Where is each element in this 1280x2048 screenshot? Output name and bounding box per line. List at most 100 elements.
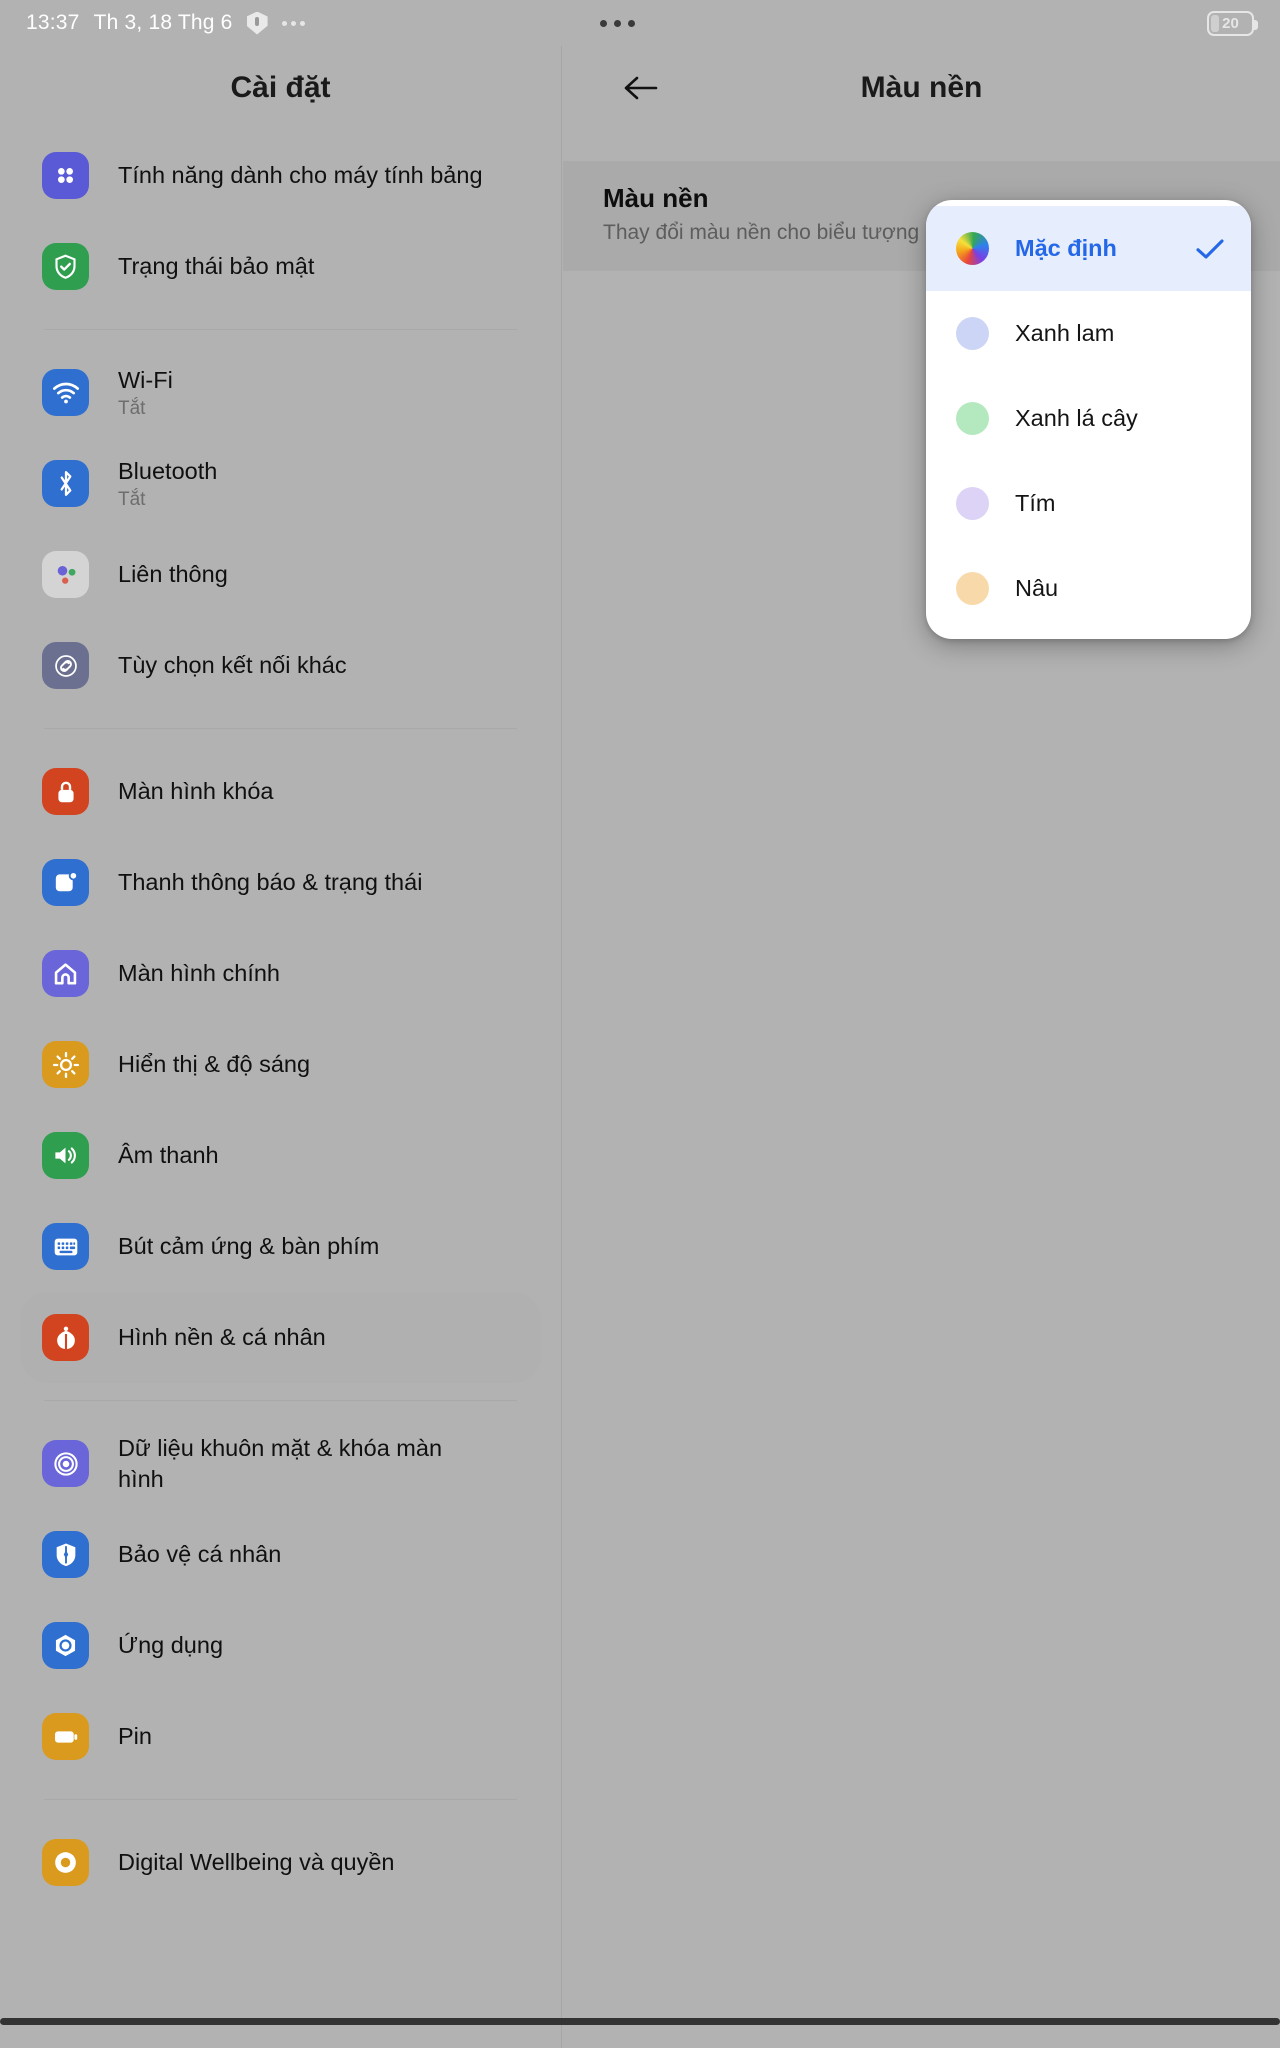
color-swatch-icon <box>956 402 989 435</box>
sidebar-item-0-4[interactable]: Digital Wellbeing và quyền <box>20 1817 541 1908</box>
sidebar-item-text: Bảo vệ cá nhân <box>118 1539 281 1569</box>
detail-title: Màu nền <box>860 71 983 104</box>
background-color-dropdown[interactable]: Mặc định Xanh lam Xanh lá cây Tím Nâu <box>926 200 1251 639</box>
sidebar-item-3-1[interactable]: Tùy chọn kết nối khác <box>20 620 541 711</box>
status-time: 13:37 <box>26 11 80 34</box>
sidebar-item-5-2[interactable]: Bút cảm ứng & bàn phím <box>20 1201 541 1292</box>
sidebar-item-3-2[interactable]: Hiển thị & độ sáng <box>20 1019 541 1110</box>
status-date: Th 3, 18 Thg 6 <box>93 11 233 34</box>
notification-bar-icon <box>42 859 89 906</box>
sidebar-item-text: Wi-Fi Tắt <box>118 365 173 419</box>
sidebar-item-label: Wi-Fi <box>118 367 173 394</box>
status-bar: 13:37 Th 3, 18 Thg 6 20 <box>0 0 1280 46</box>
sidebar-item-text: Màn hình chính <box>118 958 280 988</box>
color-swatch-icon <box>956 317 989 350</box>
more-dots-icon <box>281 20 305 26</box>
sidebar-item-2-3[interactable]: Ứng dụng <box>20 1600 541 1691</box>
dropdown-option-label: Xanh lam <box>1015 320 1115 346</box>
lock-icon <box>42 768 89 815</box>
personal-protection-icon <box>42 1531 89 1578</box>
dropdown-option-1[interactable]: Xanh lam <box>926 291 1251 376</box>
sidebar-item-label: Bluetooth <box>118 458 218 485</box>
sidebar-item-text: Liên thông <box>118 559 228 589</box>
sidebar-item-1-2[interactable]: Thanh thông báo & trạng thái <box>20 837 541 928</box>
dropdown-option-3[interactable]: Tím <box>926 461 1251 546</box>
sidebar-item-label: Bút cảm ứng & bàn phím <box>118 1233 380 1260</box>
sidebar-item-0-0[interactable]: Tính năng dành cho máy tính bảng <box>20 130 541 221</box>
dropdown-option-0[interactable]: Mặc định <box>926 206 1251 291</box>
sidebar-item-2-2[interactable]: Màn hình chính <box>20 928 541 1019</box>
settings-list: Tính năng dành cho máy tính bảng Trạng th… <box>0 130 561 1908</box>
sidebar-item-label: Ứng dụng <box>118 1632 224 1659</box>
sidebar-item-text: Tùy chọn kết nối khác <box>118 650 347 680</box>
pane-overflow-icon[interactable] <box>600 20 635 27</box>
color-swatch-icon <box>956 572 989 605</box>
keyboard-icon <box>42 1223 89 1270</box>
sidebar-item-label: Hình nền & cá nhân <box>118 1324 326 1351</box>
color-swatch-icon <box>956 232 989 265</box>
sidebar-item-2-1[interactable]: Liên thông <box>20 529 541 620</box>
sidebar-item-text: Ứng dụng <box>118 1630 223 1660</box>
dropdown-option-4[interactable]: Nâu <box>926 546 1251 631</box>
sidebar-item-label: Thanh thông báo & trạng thái <box>118 869 423 896</box>
home-icon <box>42 950 89 997</box>
shield-icon <box>246 11 268 35</box>
nearby-share-icon <box>42 551 89 598</box>
sidebar-item-text: Tính năng dành cho máy tính bảng <box>118 160 483 190</box>
page-title: Cài đặt <box>230 71 331 104</box>
dropdown-option-2[interactable]: Xanh lá cây <box>926 376 1251 461</box>
dropdown-option-label: Mặc định <box>1015 235 1117 261</box>
sidebar-item-label: Liên thông <box>118 561 228 588</box>
apps-icon <box>42 1622 89 1669</box>
sidebar-item-1-0[interactable]: Trạng thái bảo mật <box>20 221 541 312</box>
battery-icon <box>42 1713 89 1760</box>
dropdown-option-label: Tím <box>1015 490 1056 516</box>
color-swatch-icon <box>956 487 989 520</box>
status-bar-right: 20 <box>1207 10 1258 36</box>
sidebar-item-text: Thanh thông báo & trạng thái <box>118 867 422 897</box>
section-divider <box>44 329 517 330</box>
bluetooth-icon <box>42 460 89 507</box>
wellbeing-icon <box>42 1839 89 1886</box>
sidebar-item-text: Bút cảm ứng & bàn phím <box>118 1231 379 1261</box>
battery-level-text: 20 <box>1222 14 1239 32</box>
sidebar-item-text: Hiển thị & độ sáng <box>118 1049 310 1079</box>
section-divider <box>44 1400 517 1401</box>
sidebar-item-text: Màn hình khóa <box>118 776 273 806</box>
back-arrow-icon[interactable] <box>618 65 664 111</box>
sidebar-item-1-1[interactable]: Bluetooth Tắt <box>20 438 541 529</box>
sidebar-item-sublabel: Tắt <box>118 397 146 419</box>
status-bar-left: 13:37 Th 3, 18 Thg 6 <box>26 11 305 35</box>
wallpaper-icon <box>42 1314 89 1361</box>
sidebar-item-text: Bluetooth Tắt <box>118 456 217 510</box>
sidebar-item-text: Pin <box>118 1721 152 1751</box>
sidebar-item-1-3[interactable]: Bảo vệ cá nhân <box>20 1509 541 1600</box>
sidebar-item-label: Pin <box>118 1723 152 1750</box>
detail-header: Màu nền <box>563 46 1280 130</box>
sidebar-item-text: Trạng thái bảo mật <box>118 251 314 281</box>
security-shield-icon <box>42 243 89 290</box>
sidebar-item-4-2[interactable]: Âm thanh <box>20 1110 541 1201</box>
sidebar-item-label: Bảo vệ cá nhân <box>118 1541 282 1568</box>
section-divider <box>44 728 517 729</box>
sidebar-item-text: Digital Wellbeing và quyền <box>118 1847 395 1877</box>
dropdown-option-label: Xanh lá cây <box>1015 405 1138 431</box>
sidebar-item-6-2[interactable]: Hình nền & cá nhân <box>20 1292 541 1383</box>
section-divider <box>44 1799 517 1800</box>
sidebar-item-text: Dữ liệu khuôn mặt & khóa màn hình <box>118 1433 488 1493</box>
tablet-features-icon <box>42 152 89 199</box>
sidebar-item-0-3[interactable]: Dữ liệu khuôn mặt & khóa màn hình <box>20 1418 541 1509</box>
face-unlock-icon <box>42 1440 89 1487</box>
sidebar-item-0-1[interactable]: Wi-Fi Tắt <box>20 347 541 438</box>
sidebar-item-label: Âm thanh <box>118 1142 219 1169</box>
sidebar-item-sublabel: Tắt <box>118 488 146 510</box>
wifi-icon <box>42 369 89 416</box>
sidebar-item-label: Dữ liệu khuôn mặt & khóa màn hình <box>118 1435 443 1492</box>
sidebar-item-label: Tính năng dành cho máy tính bảng <box>118 162 483 189</box>
navigation-gesture-bar[interactable] <box>0 2018 1280 2025</box>
sidebar-item-0-2[interactable]: Màn hình khóa <box>20 746 541 837</box>
settings-sidebar: Cài đặt Tính năng dành cho máy tính bảng… <box>0 46 562 2048</box>
sidebar-item-label: Hiển thị & độ sáng <box>118 1051 311 1078</box>
battery-status-icon: 20 <box>1207 10 1258 36</box>
sidebar-item-3-3[interactable]: Pin <box>20 1691 541 1782</box>
